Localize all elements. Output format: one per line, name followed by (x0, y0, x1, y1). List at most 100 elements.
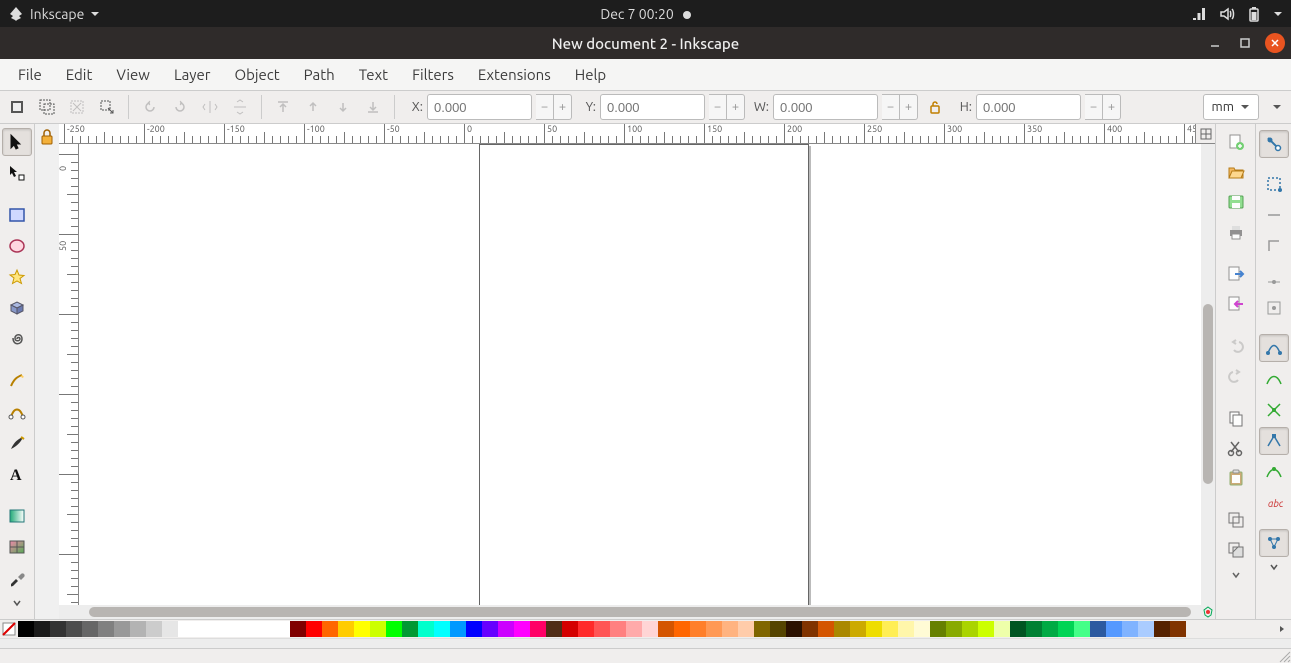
menu-path[interactable]: Path (292, 62, 347, 87)
scrollbar-thumb[interactable] (1203, 304, 1213, 484)
color-swatch[interactable] (210, 621, 226, 637)
color-swatch[interactable] (674, 621, 690, 637)
color-swatch[interactable] (770, 621, 786, 637)
h-plus-button[interactable]: + (1103, 94, 1121, 120)
selector-tool[interactable] (2, 128, 32, 156)
color-swatch[interactable] (178, 621, 194, 637)
horizontal-scrollbar[interactable] (79, 605, 1201, 619)
menu-file[interactable]: File (6, 62, 54, 87)
snap-intersection-button[interactable] (1259, 396, 1289, 424)
color-swatch[interactable] (514, 621, 530, 637)
h-minus-button[interactable]: − (1085, 94, 1103, 120)
snap-bbox-center-button[interactable] (1259, 294, 1289, 322)
snap-enable-button[interactable] (1259, 130, 1289, 158)
color-swatch[interactable] (322, 621, 338, 637)
color-swatch[interactable] (498, 621, 514, 637)
open-document-button[interactable] (1222, 160, 1250, 184)
w-plus-button[interactable]: + (900, 94, 918, 120)
pencil-tool[interactable] (2, 367, 32, 395)
color-swatch[interactable] (530, 621, 546, 637)
y-plus-button[interactable]: + (727, 94, 745, 120)
rotate-cw-button[interactable] (167, 94, 193, 120)
color-managed-toggle[interactable] (1201, 605, 1215, 619)
text-tool[interactable]: A (2, 460, 32, 488)
paste-button[interactable] (1222, 466, 1250, 490)
color-swatch[interactable] (34, 621, 50, 637)
x-plus-button[interactable]: + (554, 94, 572, 120)
spiral-tool[interactable] (2, 325, 32, 353)
color-swatch[interactable] (642, 621, 658, 637)
color-swatch[interactable] (402, 621, 418, 637)
export-button[interactable] (1222, 292, 1250, 316)
menu-layer[interactable]: Layer (162, 62, 223, 87)
menu-help[interactable]: Help (563, 62, 618, 87)
color-swatch[interactable] (66, 621, 82, 637)
color-swatch[interactable] (146, 621, 162, 637)
snap-bbox-edge-button[interactable] (1259, 201, 1289, 229)
toggle-selection-box-button[interactable] (94, 94, 120, 120)
color-swatch[interactable] (946, 621, 962, 637)
menu-view[interactable]: View (104, 62, 162, 87)
toolbox-overflow-button[interactable] (2, 595, 32, 611)
color-swatch[interactable] (18, 621, 34, 637)
save-document-button[interactable] (1222, 190, 1250, 214)
guide-lock-button[interactable] (39, 128, 55, 146)
box3d-tool[interactable] (2, 294, 32, 322)
color-swatch[interactable] (226, 621, 242, 637)
y-input[interactable] (600, 94, 705, 120)
calligraphy-tool[interactable] (2, 429, 32, 457)
color-swatch[interactable] (450, 621, 466, 637)
color-swatch[interactable] (418, 621, 434, 637)
duplicate-button[interactable] (1222, 508, 1250, 532)
color-swatch[interactable] (162, 621, 178, 637)
vertical-scrollbar[interactable] (1201, 144, 1215, 605)
color-swatch[interactable] (1090, 621, 1106, 637)
snap-smooth-button[interactable] (1259, 458, 1289, 486)
raise-button[interactable] (300, 94, 326, 120)
y-minus-button[interactable]: − (709, 94, 727, 120)
color-swatch[interactable] (258, 621, 274, 637)
color-swatch[interactable] (706, 621, 722, 637)
window-minimize-button[interactable] (1205, 33, 1225, 53)
palette-menu-button[interactable] (1273, 624, 1291, 634)
ruler-corner-button[interactable] (1195, 124, 1215, 144)
color-swatch[interactable] (658, 621, 674, 637)
lock-aspect-button[interactable] (922, 94, 948, 120)
color-swatch[interactable] (50, 621, 66, 637)
snap-path-button[interactable] (1259, 365, 1289, 393)
snap-bbox-midpoint-button[interactable] (1259, 263, 1289, 291)
color-swatch[interactable] (738, 621, 754, 637)
toolbar-overflow-button[interactable] (1267, 102, 1287, 112)
color-swatch[interactable] (626, 621, 642, 637)
undo-button[interactable] (1222, 334, 1250, 358)
color-swatch[interactable] (562, 621, 578, 637)
no-fill-swatch[interactable] (0, 621, 18, 637)
print-button[interactable] (1222, 220, 1250, 244)
window-maximize-button[interactable] (1235, 33, 1255, 53)
color-swatch[interactable] (850, 621, 866, 637)
color-swatch[interactable] (1058, 621, 1074, 637)
color-swatch[interactable] (834, 621, 850, 637)
h-input[interactable] (976, 94, 1081, 120)
color-swatch[interactable] (1170, 621, 1186, 637)
drawing-canvas[interactable] (79, 144, 1201, 605)
color-swatch[interactable] (130, 621, 146, 637)
menu-object[interactable]: Object (222, 62, 291, 87)
color-swatch[interactable] (610, 621, 626, 637)
gradient-tool[interactable] (2, 502, 32, 530)
horizontal-ruler[interactable]: -250-200-150-100-50050100150200250300350… (59, 124, 1215, 144)
node-tool[interactable] (2, 159, 32, 187)
color-swatch[interactable] (290, 621, 306, 637)
rotate-ccw-button[interactable] (137, 94, 163, 120)
copy-button[interactable] (1222, 406, 1250, 430)
color-swatch[interactable] (978, 621, 994, 637)
flip-horizontal-button[interactable] (197, 94, 223, 120)
ellipse-tool[interactable] (2, 232, 32, 260)
flip-vertical-button[interactable] (227, 94, 253, 120)
lower-button[interactable] (330, 94, 356, 120)
color-swatch[interactable] (82, 621, 98, 637)
color-swatch[interactable] (1138, 621, 1154, 637)
menu-filters[interactable]: Filters (400, 62, 466, 87)
color-swatch[interactable] (962, 621, 978, 637)
color-swatch[interactable] (802, 621, 818, 637)
